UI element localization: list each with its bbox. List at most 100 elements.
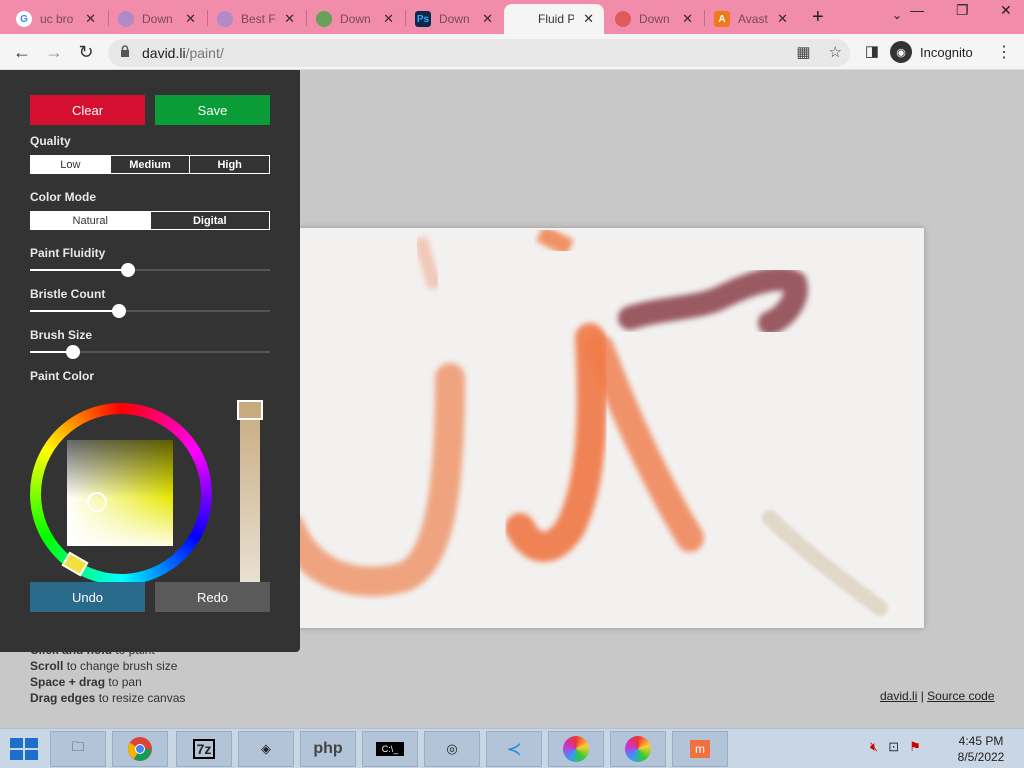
reload-icon[interactable]: ↻	[74, 40, 98, 64]
star-icon[interactable]: ☆	[829, 43, 842, 61]
side-panel-icon[interactable]: ◨	[860, 40, 884, 64]
tip-line: Space + drag to pan	[30, 675, 142, 689]
network-icon[interactable]: ⊡	[888, 739, 899, 755]
tab-strip: G uc bro ✕ Down ✕ Best F ✕ Down ✕ Ps Dow…	[0, 0, 1024, 34]
quality-label: Quality	[30, 134, 71, 148]
tip-line: Click and hold to paint	[30, 643, 155, 657]
redo-button[interactable]: Redo	[155, 582, 270, 612]
media-icon[interactable]: ◎	[424, 731, 480, 767]
tab-title: uc bro	[40, 12, 74, 26]
tip-line: Scroll to change brush size	[30, 659, 178, 673]
php-icon[interactable]: php	[300, 731, 356, 767]
quality-option-low[interactable]: Low	[31, 156, 110, 173]
slider-knob[interactable]	[66, 345, 81, 359]
speaker-muted-icon[interactable]: 🔇︎	[870, 739, 878, 755]
source-code-link[interactable]: Source code	[927, 689, 994, 703]
cmd-icon[interactable]: C:\_	[362, 731, 418, 767]
vscode-icon[interactable]: ≺	[486, 731, 542, 767]
close-icon[interactable]: ✕	[777, 11, 788, 27]
saturation-picker[interactable]	[67, 440, 173, 546]
brush-stroke	[413, 235, 442, 291]
tab[interactable]: A Avast ✕	[704, 4, 798, 34]
google-icon: G	[16, 11, 32, 27]
7zip-icon[interactable]: 7z	[176, 731, 232, 767]
tab-title: Avast	[738, 12, 768, 26]
slider-knob[interactable]	[121, 263, 136, 277]
bristle-count-slider[interactable]	[30, 304, 270, 318]
slider-knob[interactable]	[111, 304, 126, 318]
clear-button[interactable]: Clear	[30, 95, 145, 125]
save-button[interactable]: Save	[155, 95, 270, 125]
close-icon[interactable]: ✕	[383, 11, 394, 27]
alert-icon[interactable]: ⚑	[909, 739, 921, 755]
quality-option-high[interactable]: High	[189, 156, 269, 173]
chevron-down-icon[interactable]: ⌄	[892, 8, 902, 22]
paint-canvas[interactable]	[300, 228, 924, 628]
close-icon[interactable]: ✕	[482, 11, 493, 27]
page-icon	[217, 11, 233, 27]
tab[interactable]: Ps Down ✕	[405, 4, 503, 34]
color-wheel-icon[interactable]	[548, 731, 604, 767]
close-icon[interactable]: ✕	[583, 11, 594, 27]
taskbar: 🗀 7z ◈ php C:\_ ◎ ≺ m 🔇︎ ⊡ ⚑ 4:45 PM 8/5…	[0, 728, 1024, 768]
control-panel: Clear Save Quality Low Medium High Color…	[0, 70, 300, 652]
system-tray: 🔇︎ ⊡ ⚑	[870, 739, 921, 755]
color-swatch[interactable]	[237, 400, 263, 420]
tab-title: Down	[142, 12, 173, 26]
tab[interactable]: G uc bro ✕	[6, 4, 106, 34]
color-mode-selector: Natural Digital	[30, 211, 270, 230]
brush-size-slider[interactable]	[30, 345, 270, 359]
forward-icon[interactable]: →	[42, 40, 66, 64]
browser-toolbar: ← → ↻ david.li/paint/ ▦ ☆ ◨ ◉ Incognito …	[0, 34, 1024, 70]
chrome-icon[interactable]	[112, 731, 168, 767]
tab[interactable]: Best F ✕	[207, 4, 305, 34]
url-host: david.li	[142, 45, 186, 61]
footer-separator: |	[917, 689, 928, 703]
windows-start-icon[interactable]	[10, 738, 38, 760]
opacity-slider[interactable]	[237, 400, 263, 582]
url-path: /paint/	[185, 45, 224, 61]
quality-option-medium[interactable]: Medium	[109, 156, 190, 173]
footer-links: david.li | Source code	[880, 689, 995, 703]
brush-stroke	[586, 334, 704, 552]
back-icon[interactable]: ←	[10, 40, 34, 64]
file-explorer-icon[interactable]: 🗀	[50, 731, 106, 767]
restore-icon[interactable]: ❐	[956, 2, 969, 19]
photoshop-icon: Ps	[415, 11, 431, 27]
close-icon[interactable]: ✕	[185, 11, 196, 27]
color-mode-option-natural[interactable]: Natural	[31, 212, 150, 229]
close-window-icon[interactable]: ✕	[1000, 2, 1012, 19]
quality-selector: Low Medium High	[30, 155, 270, 174]
color-wheel-icon[interactable]	[610, 731, 666, 767]
color-selector-ring[interactable]	[87, 492, 107, 512]
new-tab-button[interactable]: +	[812, 6, 824, 29]
minimize-icon[interactable]: —	[910, 2, 924, 18]
tab[interactable]: Down ✕	[306, 4, 404, 34]
lock-icon	[121, 45, 129, 57]
paint-color-label: Paint Color	[30, 369, 95, 383]
tab[interactable]: Down ✕	[108, 4, 206, 34]
color-mode-option-digital[interactable]: Digital	[149, 212, 270, 229]
tab-title: Best F	[241, 12, 276, 26]
undo-button[interactable]: Undo	[30, 582, 145, 612]
app-icon[interactable]: ◈	[238, 731, 294, 767]
qr-code-icon[interactable]: ▦	[796, 43, 810, 61]
brush-stroke	[535, 228, 575, 257]
menu-icon[interactable]: ⋮	[996, 42, 1012, 62]
brush-stroke	[505, 323, 607, 562]
address-bar[interactable]: david.li/paint/ ▦ ☆	[108, 39, 850, 67]
fluidity-slider[interactable]	[30, 263, 270, 277]
tip-line: Drag edges to resize canvas	[30, 691, 186, 705]
page-icon	[118, 11, 134, 27]
close-icon[interactable]: ✕	[682, 11, 693, 27]
tab-active[interactable]: Fluid P ✕	[504, 4, 604, 34]
tab[interactable]: Down ✕	[605, 4, 703, 34]
david-li-link[interactable]: david.li	[880, 689, 917, 703]
app-icon[interactable]: m	[672, 731, 728, 767]
fluidity-label: Paint Fluidity	[30, 246, 106, 260]
clock[interactable]: 4:45 PM 8/5/2022	[950, 733, 1012, 765]
close-icon[interactable]: ✕	[85, 11, 96, 27]
incognito-indicator[interactable]: ◉ Incognito	[890, 40, 973, 64]
close-icon[interactable]: ✕	[284, 11, 295, 27]
url-text: david.li/paint/	[142, 45, 224, 61]
